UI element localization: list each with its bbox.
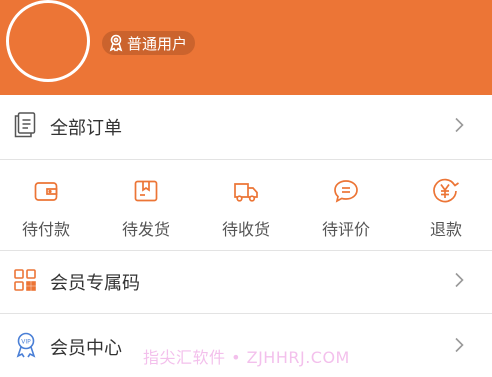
all-orders-row[interactable]: 全部订单 [0, 96, 492, 158]
order-status-label: 待发货 [121, 220, 170, 239]
svg-text:VIP: VIP [21, 339, 31, 346]
watermark: 指尖汇软件 • ZJHHRJ.COM [143, 348, 350, 367]
chevron-right-icon [454, 337, 464, 357]
profile-header: 普通用户 [0, 0, 492, 95]
chat-bubble-icon [333, 176, 359, 206]
order-status-label: 退款 [429, 220, 462, 239]
divider [0, 313, 492, 314]
chevron-right-icon [454, 272, 464, 292]
order-status-to-review[interactable]: 待评价 [310, 160, 382, 250]
user-level-badge: 普通用户 [102, 31, 196, 55]
order-status-label: 待付款 [21, 220, 70, 239]
ribbon-icon [108, 34, 124, 52]
order-status-bar: 待付款 待发货 待收货 待评价 退款 [0, 160, 492, 250]
wallet-icon [34, 176, 58, 206]
truck-icon [233, 176, 259, 206]
user-level-label: 普通用户 [127, 34, 188, 53]
avatar[interactable] [6, 0, 90, 82]
member-center-label: 会员中心 [50, 338, 122, 359]
order-status-label: 待收货 [221, 220, 270, 239]
all-orders-label: 全部订单 [50, 118, 122, 139]
package-icon [134, 176, 158, 206]
document-icon [14, 112, 36, 142]
order-status-refund[interactable]: 退款 [410, 160, 482, 250]
vip-ribbon-icon: VIP [14, 332, 38, 362]
order-status-label: 待评价 [321, 220, 370, 239]
qr-code-icon [14, 269, 36, 295]
member-code-label: 会员专属码 [50, 273, 140, 294]
refund-yen-icon [432, 176, 460, 206]
order-status-pending-payment[interactable]: 待付款 [10, 160, 82, 250]
member-code-row[interactable]: 会员专属码 [0, 251, 492, 313]
order-status-to-receive[interactable]: 待收货 [210, 160, 282, 250]
chevron-right-icon [454, 117, 464, 137]
order-status-to-ship[interactable]: 待发货 [110, 160, 182, 250]
